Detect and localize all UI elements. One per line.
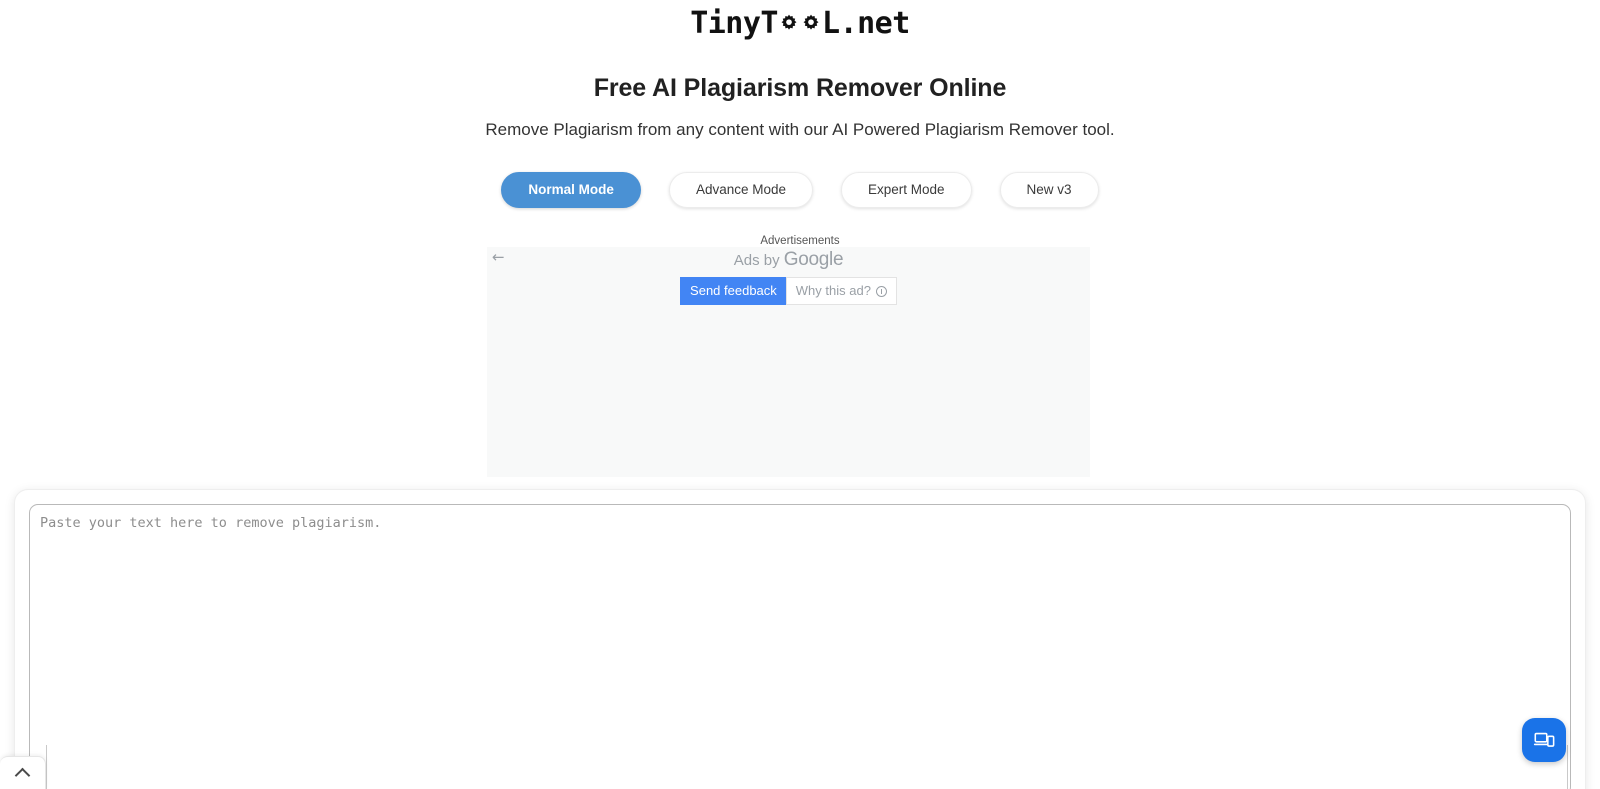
chrome-hairline-right bbox=[1567, 745, 1568, 789]
plagiarism-input-textarea[interactable] bbox=[29, 504, 1571, 789]
collapse-panel-toggle[interactable] bbox=[0, 756, 46, 789]
ads-by-google-label: Ads by Google bbox=[487, 250, 1090, 271]
ad-action-bar: Send feedback Why this ad? bbox=[487, 277, 1090, 305]
logo-text: TinyT L.net bbox=[690, 4, 910, 44]
ads-by-prefix: Ads by bbox=[733, 252, 784, 269]
google-wordmark: Google bbox=[783, 249, 844, 270]
page-subtitle: Remove Plagiarism from any content with … bbox=[485, 120, 1115, 139]
editor-card bbox=[14, 489, 1586, 789]
mode-button-expert[interactable]: Expert Mode bbox=[841, 172, 972, 208]
logo-prefix: TinyT bbox=[690, 6, 778, 41]
mode-button-advance[interactable]: Advance Mode bbox=[668, 172, 813, 208]
send-feedback-button[interactable]: Send feedback bbox=[680, 277, 786, 305]
site-logo[interactable]: TinyT L.net bbox=[0, 0, 1600, 44]
logo-suffix: L.net bbox=[822, 6, 910, 41]
chevron-up-icon bbox=[14, 767, 31, 783]
page-root: TinyT L.net Free AI Plagiarism Remover O… bbox=[0, 0, 1600, 789]
chrome-hairline-left bbox=[46, 745, 47, 789]
mode-button-normal[interactable]: Normal Mode bbox=[501, 172, 641, 208]
devices-responsive-icon bbox=[1533, 732, 1555, 747]
advertisements-label: Advertisements bbox=[760, 235, 840, 247]
gear-icon bbox=[778, 13, 800, 35]
responsive-preview-button[interactable] bbox=[1522, 718, 1566, 762]
mode-selector: Normal Mode Advance Mode Expert Mode New… bbox=[0, 140, 1600, 208]
info-icon bbox=[875, 285, 887, 297]
why-this-ad-label: Why this ad? bbox=[795, 283, 871, 298]
ad-slot: ← Ads by Google Send feedback Why this a… bbox=[487, 247, 1090, 477]
mode-button-new-v3[interactable]: New v3 bbox=[999, 172, 1099, 208]
page-title: Free AI Plagiarism Remover Online bbox=[593, 74, 1007, 102]
why-this-ad-button[interactable]: Why this ad? bbox=[785, 277, 897, 305]
gear-icon bbox=[800, 13, 822, 35]
